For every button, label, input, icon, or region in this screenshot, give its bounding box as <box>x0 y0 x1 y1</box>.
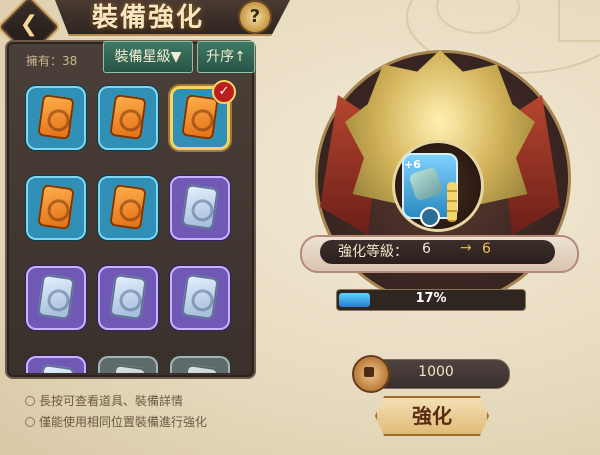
equipment-slot[interactable] <box>26 266 86 330</box>
level-arrow-icon: → <box>460 240 472 256</box>
equipment-card-icon <box>37 273 75 321</box>
coin-stack-icon <box>447 182 457 222</box>
back-icon: ❮ <box>19 12 39 38</box>
equipment-slot[interactable] <box>98 356 158 373</box>
equipment-slot[interactable] <box>26 356 86 373</box>
equipment-slot[interactable] <box>98 86 158 150</box>
equipment-card-icon <box>109 93 147 141</box>
decor-corner <box>558 0 600 42</box>
enhance-progress-bar: 17% <box>336 289 526 311</box>
sort-order-button[interactable]: 升序↑ <box>197 41 255 73</box>
equipment-slot[interactable] <box>26 176 86 240</box>
equipment-slot[interactable] <box>26 86 86 150</box>
equipment-card-icon <box>181 363 219 373</box>
equipment-card-icon <box>181 183 219 231</box>
enhance-level-plate: 強化等級： 6 → 6 <box>300 232 579 273</box>
equipment-card-icon <box>181 93 219 141</box>
enhance-level-current: 6 <box>422 241 431 257</box>
progress-text: 17% <box>415 291 447 306</box>
equipment-slot[interactable] <box>170 356 230 373</box>
enhance-level-label: 強化等級： <box>338 244 408 260</box>
equipment-card-icon <box>181 273 219 321</box>
equipment-slot-selected[interactable]: ✓ <box>170 80 236 150</box>
cost-value: 1000 <box>418 364 454 380</box>
equipment-slot[interactable] <box>170 266 230 330</box>
equipment-grid: ✓ <box>16 78 242 373</box>
hint-text: 長按可查看道具、裝備詳情 <box>39 394 184 408</box>
hint-item: 僅能使用相同位置裝備進行強化 <box>25 413 207 430</box>
help-button[interactable]: ? <box>238 0 272 34</box>
hint-text: 僅能使用相同位置裝備進行強化 <box>39 415 208 429</box>
equipment-card-icon <box>37 93 75 141</box>
equipment-card-icon <box>109 273 147 321</box>
item-level-badge: +6 <box>404 158 421 171</box>
sort-by-star-button[interactable]: 裝備星級▼ <box>103 41 193 73</box>
equipment-slot[interactable] <box>98 176 158 240</box>
owned-count: 擁有：38 <box>26 54 78 68</box>
equipment-slot[interactable] <box>98 266 158 330</box>
equipment-card-icon <box>37 363 75 373</box>
hint-list: 長按可查看道具、裝備詳情 僅能使用相同位置裝備進行強化 <box>25 392 207 434</box>
page-title: 裝備強化 <box>92 3 205 33</box>
equipment-slot[interactable] <box>170 176 230 240</box>
copper-coin-icon <box>352 355 390 393</box>
target-icon <box>420 207 440 227</box>
equipment-card-icon <box>109 363 147 373</box>
equipment-card-icon <box>109 183 147 231</box>
hint-item: 長按可查看道具、裝備詳情 <box>25 392 207 409</box>
bullet-icon <box>25 396 35 406</box>
check-icon: ✓ <box>212 80 236 104</box>
equipment-card-icon <box>37 183 75 231</box>
bullet-icon <box>25 417 35 427</box>
enhance-level-next: 6 <box>482 241 491 257</box>
page: 裝備強化 ❮ ? 擁有：38 裝備星級▼ 升序↑ ✓ 長按可查看道具、裝備詳情 … <box>0 0 600 455</box>
enhance-button[interactable]: 強化 <box>375 396 489 436</box>
